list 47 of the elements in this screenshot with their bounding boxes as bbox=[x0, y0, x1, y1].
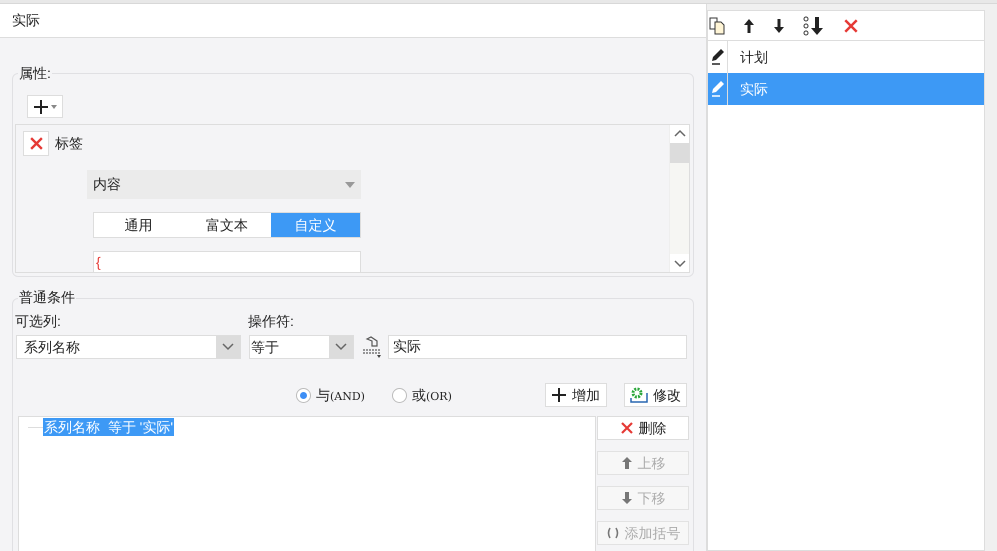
caret-icon bbox=[345, 182, 355, 188]
value-field[interactable]: 实际 bbox=[388, 335, 687, 359]
tab[interactable]: 富文本 bbox=[182, 213, 272, 237]
chevron-down-icon bbox=[222, 343, 234, 351]
arrow-down-icon bbox=[620, 491, 632, 505]
type-picker-icon[interactable] bbox=[361, 336, 383, 358]
tab[interactable]: 通用 bbox=[94, 213, 183, 237]
add-dropdown-button[interactable] bbox=[27, 95, 63, 118]
scrollbar-thumb[interactable] bbox=[670, 143, 689, 163]
plus-icon bbox=[33, 98, 49, 114]
caret-icon bbox=[51, 104, 57, 108]
plus-icon bbox=[552, 388, 566, 402]
radio-label[interactable]: 与(AND) bbox=[316, 384, 365, 406]
pencil-icon bbox=[710, 48, 724, 66]
radio-button[interactable] bbox=[392, 388, 407, 402]
radio-button[interactable] bbox=[296, 388, 311, 402]
pencil-icon bbox=[710, 80, 724, 98]
add-button[interactable]: 增加 bbox=[545, 383, 607, 407]
series-name: 实际 bbox=[739, 80, 768, 99]
column-select[interactable]: 系列名称 bbox=[16, 335, 241, 359]
radio-label[interactable]: 或(OR) bbox=[412, 384, 452, 406]
arrow-down-icon[interactable] bbox=[773, 18, 785, 34]
close-icon bbox=[620, 421, 634, 435]
arrow-up-icon bbox=[620, 456, 632, 470]
chevron-up-icon bbox=[674, 129, 686, 137]
move-to-bottom-icon[interactable] bbox=[803, 16, 825, 36]
field-label: 操作符: bbox=[248, 312, 294, 330]
remove-button[interactable] bbox=[23, 131, 49, 156]
series-name: 计划 bbox=[739, 48, 768, 67]
field-label: 可选列: bbox=[15, 312, 62, 330]
group-label: 普通条件 bbox=[18, 287, 76, 307]
close-icon bbox=[28, 136, 44, 151]
brackets-icon bbox=[606, 527, 620, 539]
code-editor[interactable]: { bbox=[93, 251, 361, 272]
delete-icon bbox=[843, 18, 859, 34]
operator-select[interactable]: 等于 bbox=[249, 335, 354, 359]
arrow-up-icon[interactable] bbox=[743, 18, 755, 34]
scrollbar[interactable] bbox=[669, 125, 689, 272]
content-select[interactable]: 内容 bbox=[87, 170, 361, 199]
gear-icon bbox=[630, 387, 648, 403]
side-button[interactable]: 删除 bbox=[597, 416, 689, 440]
modify-button[interactable]: 修改 bbox=[624, 383, 687, 407]
chevron-down-icon bbox=[674, 260, 686, 268]
item-label: 标签 bbox=[55, 134, 83, 153]
copy-icon[interactable] bbox=[709, 16, 725, 34]
dialog-title: 实际 bbox=[12, 11, 40, 30]
chevron-down-icon bbox=[335, 343, 347, 351]
